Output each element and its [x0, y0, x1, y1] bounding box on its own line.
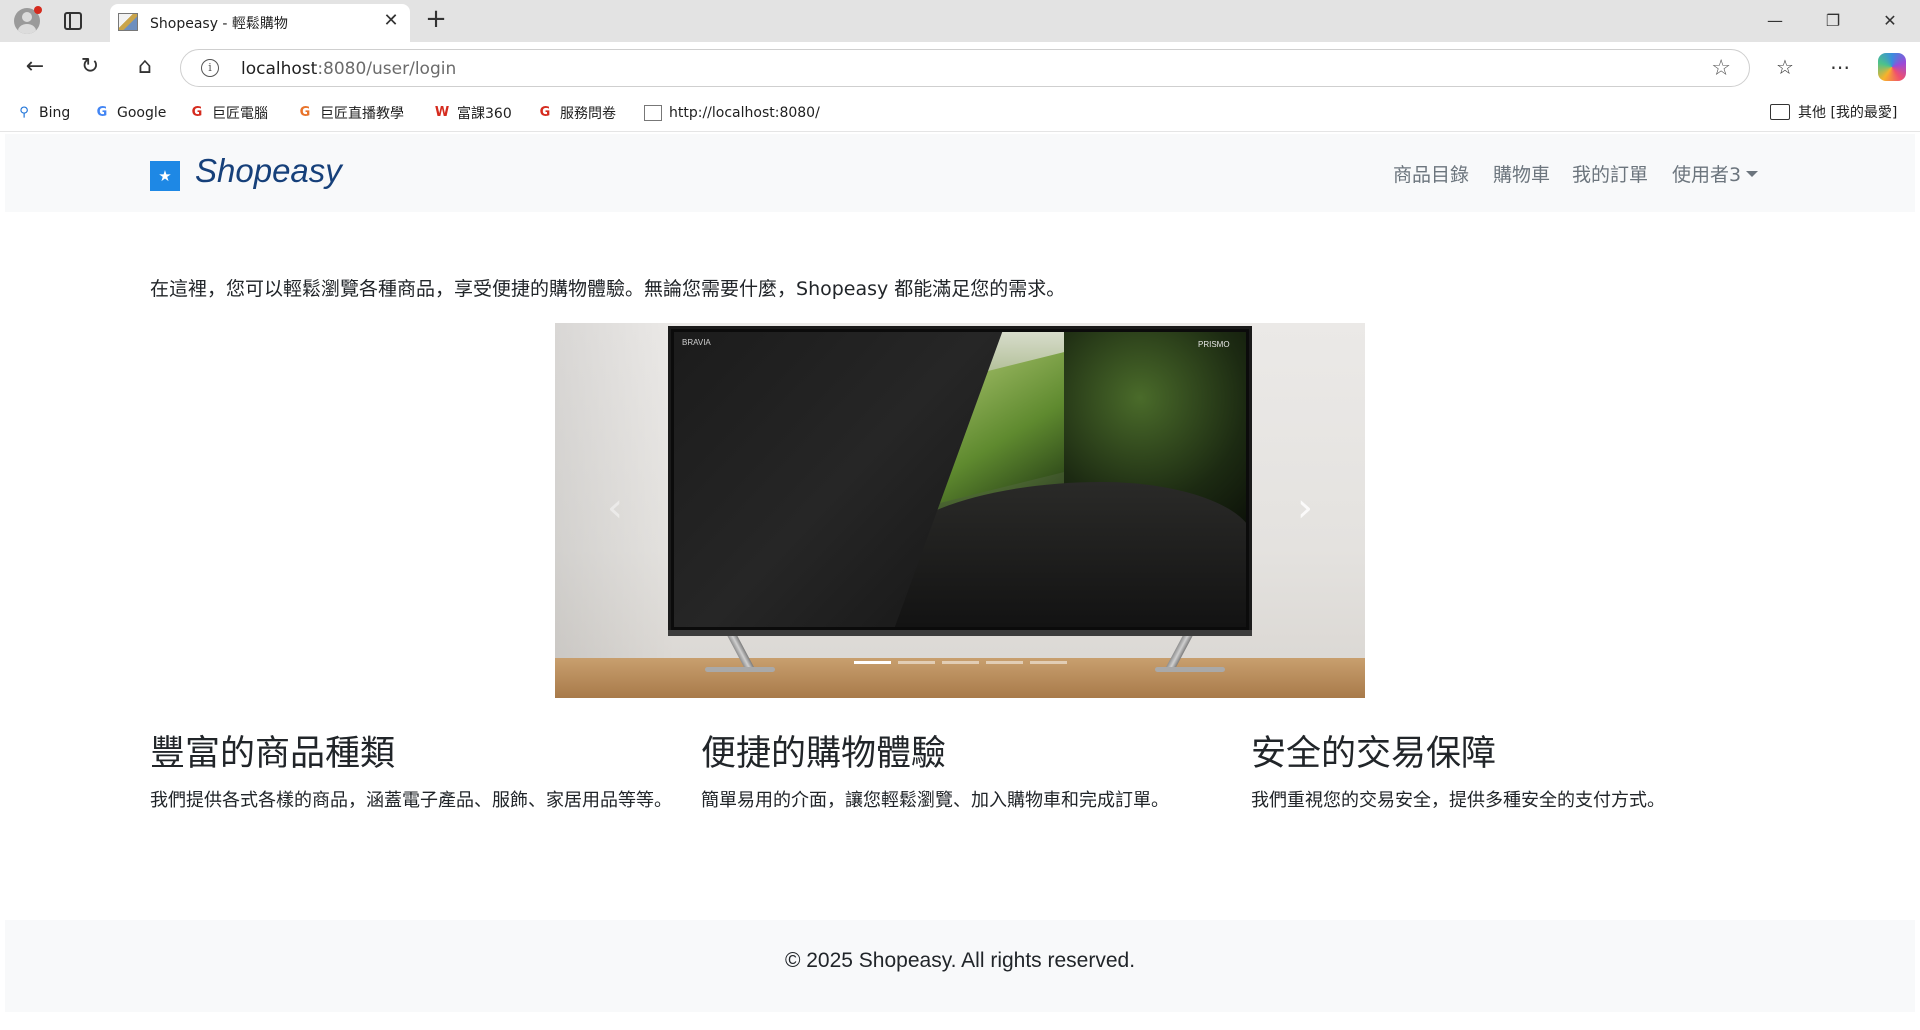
- user-name: 使用者3: [1672, 164, 1742, 186]
- refresh-icon[interactable]: ↻: [75, 52, 105, 82]
- feature-text: 我們提供各式各樣的商品，涵蓋電子產品、服飾、家居用品等等。: [150, 790, 672, 811]
- minimize-button[interactable]: —: [1757, 6, 1793, 36]
- carousel-indicator[interactable]: [941, 661, 979, 664]
- feature-title: 安全的交易保障: [1251, 734, 1497, 774]
- brand-logo-icon[interactable]: ★: [150, 161, 180, 191]
- more-options-icon[interactable]: ⋯: [1825, 52, 1855, 82]
- window-close-button[interactable]: ✕: [1872, 6, 1908, 36]
- tab-actions-icon[interactable]: [64, 12, 82, 30]
- address-bar[interactable]: i localhost:8080/user/login ☆: [180, 49, 1750, 87]
- url-path: :8080/user/login: [317, 59, 457, 79]
- tab-close-icon[interactable]: ✕: [380, 10, 402, 32]
- feature-security: 安全的交易保障 我們重視您的交易安全，提供多種安全的支付方式。: [1251, 725, 1781, 815]
- bookmarks-bar: ⚲ Bing G Google G 巨匠電腦 G 巨匠直播教學 W 富課360 G 服務問卷…: [0, 92, 1920, 132]
- site-footer: © 2025 Shopeasy. All rights reserved.: [5, 920, 1915, 1012]
- bookmark-gjun[interactable]: G 巨匠電腦: [189, 102, 268, 124]
- footer-copyright: © 2025 Shopeasy. All rights reserved.: [784, 949, 1136, 972]
- bookmark-gjun-live[interactable]: G 巨匠直播教學: [297, 102, 404, 124]
- carousel-indicator[interactable]: [853, 661, 891, 664]
- browser-toolbar: ← ↻ ⌂ i localhost:8080/user/login ☆ ☆ ⋯: [0, 42, 1920, 92]
- bookmark-label: Bing: [39, 105, 71, 121]
- address-url[interactable]: localhost:8080/user/login: [241, 59, 456, 79]
- carousel-indicators: [555, 661, 1365, 667]
- bookmark-label: Google: [117, 105, 167, 121]
- bookmark-fuke[interactable]: W 富課360: [434, 102, 512, 124]
- bookmark-bing[interactable]: ⚲ Bing: [16, 102, 70, 124]
- web-page: ★ Shopeasy 商品目錄 購物車 我的訂單 使用者3 在這裡，您可以輕鬆瀏…: [5, 134, 1915, 1026]
- bookmark-localhost[interactable]: http://localhost:8080/: [644, 102, 820, 124]
- bookmark-survey[interactable]: G 服務問卷: [537, 102, 616, 124]
- carousel-next-icon[interactable]: ›: [1285, 483, 1325, 533]
- back-arrow-icon[interactable]: ←: [20, 52, 50, 82]
- feature-convenience: 便捷的購物體驗 簡單易用的介面，讓您輕鬆瀏覽、加入購物車和完成訂單。: [701, 725, 1231, 815]
- feature-text: 我們重視您的交易安全，提供多種安全的支付方式。: [1251, 790, 1665, 811]
- bing-icon: ⚲: [19, 105, 29, 120]
- tv-screen: BRAVIA PRISMO: [674, 332, 1246, 627]
- carousel-indicator[interactable]: [1029, 661, 1067, 664]
- carousel-prev-icon[interactable]: ‹: [595, 483, 635, 533]
- tv-stand-foot-left: [705, 667, 775, 672]
- carousel-indicator[interactable]: [897, 661, 935, 664]
- tv-bottom-bezel: [668, 630, 1252, 636]
- notification-dot: [34, 6, 42, 14]
- carousel-slide-image: BRAVIA PRISMO: [668, 326, 1252, 633]
- new-tab-button[interactable]: +: [422, 6, 450, 34]
- gjun-icon: G: [191, 105, 203, 120]
- tab-title: Shopeasy - 輕鬆購物: [150, 16, 288, 32]
- favorite-star-icon[interactable]: ☆: [1711, 56, 1731, 81]
- product-carousel[interactable]: BRAVIA PRISMO ‹ ›: [555, 323, 1365, 698]
- caret-down-icon: [1746, 171, 1759, 177]
- site-navbar: ★ Shopeasy 商品目錄 購物車 我的訂單 使用者3: [5, 134, 1915, 212]
- carousel-indicator[interactable]: [985, 661, 1023, 664]
- tv-logo-label: PRISMO: [1198, 340, 1230, 349]
- user-dropdown[interactable]: 使用者3: [1672, 160, 1759, 187]
- tv-stand-foot-right: [1155, 667, 1225, 672]
- feature-title: 豐富的商品種類: [150, 734, 396, 774]
- other-favorites[interactable]: 其他 [我的最愛]: [1798, 102, 1897, 122]
- nav-link-catalog[interactable]: 商品目錄: [1393, 160, 1469, 187]
- feature-title: 便捷的購物體驗: [701, 734, 947, 774]
- tv-brand-label: BRAVIA: [682, 338, 711, 347]
- bookmark-label: 富課360: [457, 106, 512, 122]
- site-info-icon[interactable]: i: [201, 59, 219, 77]
- url-host: localhost: [241, 59, 318, 79]
- page-icon: [644, 105, 662, 121]
- bookmark-label: 巨匠直播教學: [320, 106, 404, 122]
- folder-icon[interactable]: [1770, 104, 1790, 120]
- restore-button[interactable]: ❐: [1815, 6, 1851, 36]
- browser-tab-active[interactable]: Shopeasy - 輕鬆購物 ✕: [110, 4, 410, 42]
- gjun-live-icon: G: [299, 105, 311, 120]
- bookmark-label: 服務問卷: [560, 106, 616, 122]
- bookmark-label: http://localhost:8080/: [669, 105, 820, 121]
- bookmark-label: 巨匠電腦: [212, 106, 268, 122]
- home-icon[interactable]: ⌂: [130, 52, 160, 82]
- intro-text: 在這裡，您可以輕鬆瀏覽各種商品，享受便捷的購物體驗。無論您需要什麼，Shopea…: [150, 278, 1066, 300]
- tab-favicon-icon: [118, 13, 138, 31]
- bookmark-google[interactable]: G Google: [94, 102, 167, 124]
- google-icon: G: [96, 105, 108, 120]
- nav-link-cart[interactable]: 購物車: [1493, 160, 1550, 187]
- browser-titlebar: Shopeasy - 輕鬆購物 ✕ + — ❐ ✕: [0, 0, 1920, 42]
- survey-icon: G: [539, 105, 551, 120]
- brand-name[interactable]: Shopeasy: [195, 152, 342, 190]
- feature-variety: 豐富的商品種類 我們提供各式各樣的商品，涵蓋電子產品、服飾、家居用品等等。: [150, 725, 680, 815]
- favorites-icon[interactable]: ☆: [1770, 52, 1800, 82]
- fuke-icon: W: [434, 105, 450, 120]
- feature-text: 簡單易用的介面，讓您輕鬆瀏覽、加入購物車和完成訂單。: [701, 790, 1169, 811]
- copilot-icon[interactable]: [1878, 53, 1906, 81]
- nav-link-orders[interactable]: 我的訂單: [1572, 160, 1648, 187]
